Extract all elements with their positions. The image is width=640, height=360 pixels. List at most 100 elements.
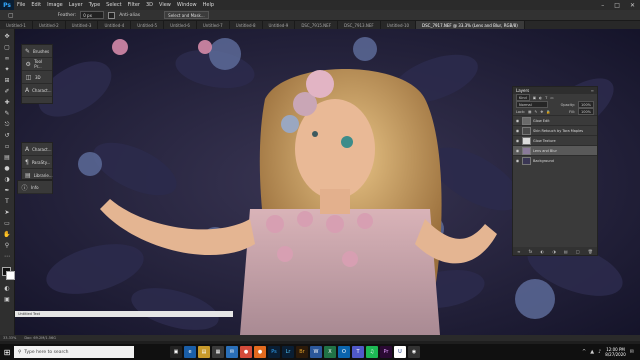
layer-row[interactable]: ◉ Glow Texture (513, 135, 597, 145)
edge-icon[interactable]: e (184, 346, 196, 358)
bridge-taskbar-icon[interactable]: Br (296, 346, 308, 358)
menu-file[interactable]: File (14, 2, 28, 8)
panel-row-paragraph-styles[interactable]: ¶ ParaSty... (22, 156, 52, 169)
kind-filter-select[interactable]: Kind (516, 94, 530, 101)
panel-row-character-styles[interactable]: A Charact... (22, 143, 52, 156)
visibility-eye-icon[interactable]: ◉ (515, 148, 520, 153)
chrome-icon[interactable]: ● (240, 346, 252, 358)
background-color[interactable] (5, 271, 15, 280)
clock[interactable]: 12:00 PM 8/27/2020 (605, 347, 626, 357)
clone-stamp-icon[interactable]: ⎋ (3, 120, 12, 129)
adjustment-layer-icon[interactable]: ◑ (552, 249, 556, 254)
pen-tool-icon[interactable]: ✒ (3, 186, 12, 195)
menu-view[interactable]: View (156, 2, 174, 8)
marquee-tool-icon[interactable]: ▢ (8, 12, 14, 19)
volume-icon[interactable]: ♪ (598, 349, 601, 355)
excel-icon[interactable]: X (324, 346, 336, 358)
minimize-icon[interactable]: – (596, 2, 609, 9)
layer-row[interactable]: ◉ Skin Retouch by Tara Maples (513, 125, 597, 135)
layer-row[interactable]: ◉ Glow Edit (513, 115, 597, 125)
filter-adjust-icon[interactable]: ◐ (539, 96, 542, 100)
document-tab[interactable]: Untitled-6 (164, 21, 197, 29)
shape-tool-icon[interactable]: ▭ (3, 219, 12, 228)
zoom-tool-icon[interactable]: ⚲ (3, 241, 12, 250)
layer-row[interactable]: ◉ Lens and Blur (513, 145, 597, 155)
select-and-mask-button[interactable]: Select and Mask... (164, 11, 209, 19)
eraser-icon[interactable]: ▫ (3, 142, 12, 151)
dodge-tool-icon[interactable]: ◑ (3, 175, 12, 184)
outlook-icon[interactable]: O (338, 346, 350, 358)
maximize-icon[interactable]: □ (609, 2, 625, 9)
type-tool-icon[interactable]: T (3, 197, 12, 206)
lock-position-icon[interactable]: ✥ (540, 110, 543, 114)
lightroom-taskbar-icon[interactable]: Lr (282, 346, 294, 358)
document-tab[interactable]: Untitled-1 (0, 21, 33, 29)
marquee-tool-icon[interactable]: ▢ (3, 43, 12, 52)
menu-help[interactable]: Help (200, 2, 217, 8)
crop-tool-icon[interactable]: ⊞ (3, 76, 12, 85)
visibility-eye-icon[interactable]: ◉ (515, 138, 520, 143)
feather-input[interactable]: 0 px (80, 11, 105, 19)
panel-row-info[interactable]: ⓘ Info (18, 181, 52, 194)
history-brush-icon[interactable]: ↺ (3, 131, 12, 140)
spotify-icon[interactable]: ♫ (366, 346, 378, 358)
quick-mask-icon[interactable]: ◐ (3, 284, 12, 293)
menu-filter[interactable]: Filter (125, 2, 143, 8)
path-select-icon[interactable]: ➤ (3, 208, 12, 217)
filter-type-icon[interactable]: T (545, 96, 547, 100)
document-tab[interactable]: Untitled-4 (98, 21, 132, 29)
menu-window[interactable]: Window (174, 2, 200, 8)
brush-tool-icon[interactable]: ✎ (3, 109, 12, 118)
filter-pixel-icon[interactable]: ▣ (533, 96, 536, 100)
teams-icon[interactable]: T (352, 346, 364, 358)
menu-select[interactable]: Select (103, 2, 124, 8)
zoom-readout[interactable]: 33.33% (3, 336, 16, 340)
document-tab[interactable]: Untitled-2 (33, 21, 66, 29)
more-tools-icon[interactable]: ⋯ (3, 252, 12, 261)
document-tab[interactable]: Untitled-3 (66, 21, 99, 29)
camera-icon[interactable]: ◉ (408, 346, 420, 358)
lock-all-icon[interactable]: 🔒 (546, 110, 550, 114)
menu-image[interactable]: Image (44, 2, 66, 8)
chevron-up-icon[interactable]: ^ (582, 349, 586, 355)
panel-row-brushes[interactable]: ✎ Brushes (22, 45, 52, 58)
link-layers-icon[interactable]: ∞ (517, 249, 520, 254)
color-swatches[interactable] (1, 267, 15, 280)
lock-pixels-icon[interactable]: ✎ (534, 110, 537, 114)
document-tab[interactable]: Untitled-7 (197, 21, 230, 29)
document-tab[interactable]: DSC_7913.NEF (338, 21, 381, 29)
delete-layer-icon[interactable]: 🗑 (588, 249, 593, 254)
network-icon[interactable]: ▲ (590, 349, 594, 355)
menu-3d[interactable]: 3D (143, 2, 156, 8)
panel-row-tool-presets[interactable]: ⚙ Tool Pr... (22, 58, 52, 71)
fill-input[interactable]: 100% (577, 108, 594, 115)
taskbar-search[interactable]: ⚲ Type here to search (14, 346, 134, 358)
screen-mode-icon[interactable]: ▣ (3, 295, 12, 304)
move-tool-icon[interactable]: ✥ (3, 32, 12, 41)
hand-tool-icon[interactable]: ✋ (3, 230, 12, 239)
new-group-icon[interactable]: ▤ (564, 249, 568, 254)
layer-style-icon[interactable]: fx (529, 249, 533, 254)
visibility-eye-icon[interactable]: ◉ (515, 128, 520, 133)
filter-shape-icon[interactable]: ▭ (550, 96, 553, 100)
mail-icon[interactable]: ✉ (226, 346, 238, 358)
panel-row-character[interactable]: A Charact... (22, 84, 52, 97)
document-tab[interactable]: Untitled-8 (230, 21, 263, 29)
premiere-icon[interactable]: Pr (380, 346, 392, 358)
notifications-icon[interactable]: ✉ (630, 349, 634, 355)
add-mask-icon[interactable]: ◐ (541, 249, 545, 254)
document-tab[interactable]: DSC_7917.NEF @ 33.3% (Lens and Blur, RGB… (416, 21, 525, 29)
opacity-input[interactable]: 100% (577, 101, 594, 108)
photoshop-taskbar-icon[interactable]: Ps (268, 346, 280, 358)
store-icon[interactable]: ▦ (212, 346, 224, 358)
document-tab[interactable]: Untitled-9 (263, 21, 296, 29)
menu-type[interactable]: Type (86, 2, 103, 8)
lasso-tool-icon[interactable]: ∞ (3, 54, 12, 63)
close-icon[interactable]: ✕ (625, 2, 640, 9)
ultimate-icon[interactable]: U (394, 346, 406, 358)
menu-edit[interactable]: Edit (28, 2, 44, 8)
visibility-eye-icon[interactable]: ◉ (515, 118, 520, 123)
panel-menu-icon[interactable]: ≡ (591, 88, 594, 93)
gradient-tool-icon[interactable]: ▤ (3, 153, 12, 162)
menu-layer[interactable]: Layer (66, 2, 86, 8)
